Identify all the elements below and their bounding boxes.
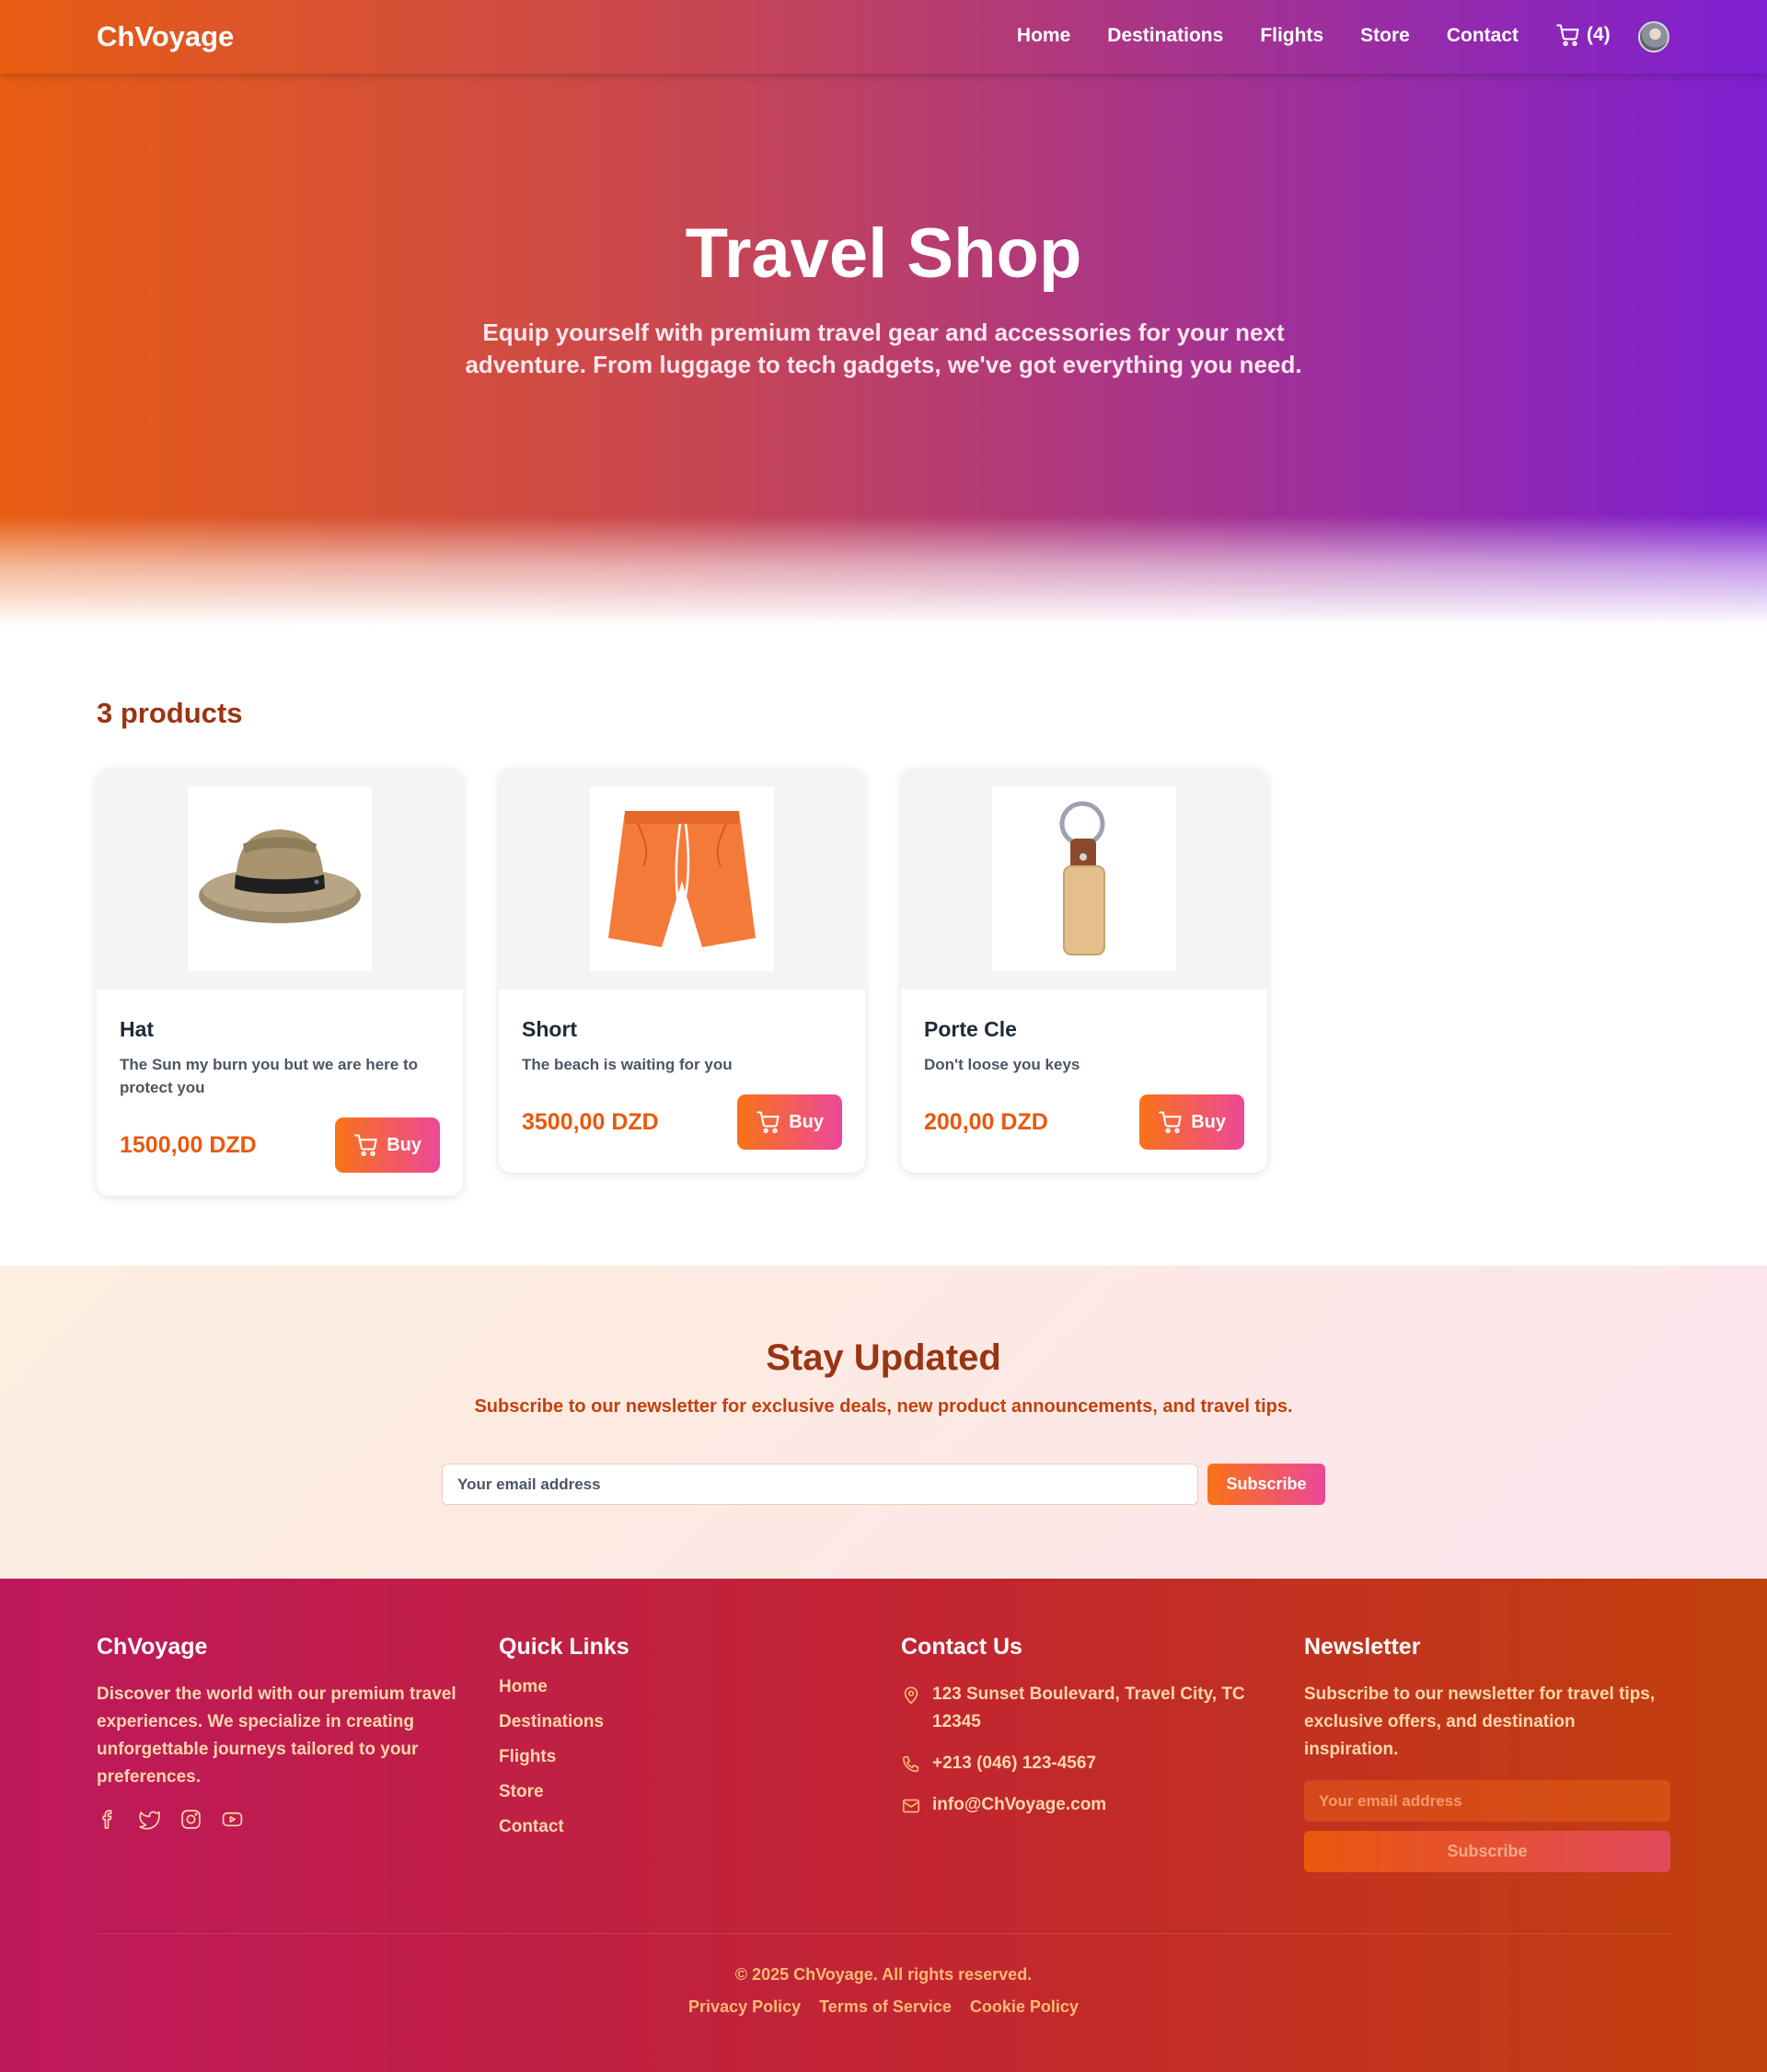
product-image-area bbox=[901, 769, 1267, 990]
brand-logo[interactable]: ChVoyage bbox=[97, 20, 234, 53]
buy-label: Buy bbox=[789, 1111, 824, 1132]
product-description: Don't loose you keys bbox=[924, 1056, 1080, 1073]
address-text: 123 Sunset Boulevard, Travel City, TC 12… bbox=[932, 1684, 1245, 1731]
buy-button[interactable]: Buy bbox=[335, 1117, 440, 1173]
footer-newsletter-column: Newsletter Subscribe to our newsletter f… bbox=[1304, 1634, 1672, 1872]
newsletter-subtitle: Subscribe to our newsletter for exclusiv… bbox=[474, 1396, 1293, 1417]
navbar: ChVoyage Home Destinations Flights Store… bbox=[0, 0, 1767, 74]
nav-link-store[interactable]: Store bbox=[1360, 25, 1410, 47]
nav-link-flights[interactable]: Flights bbox=[1260, 25, 1323, 47]
legal-links: Privacy Policy Terms of Service Cookie P… bbox=[0, 1997, 1767, 2017]
phone-icon bbox=[902, 1755, 919, 1773]
footer-email-input[interactable] bbox=[1304, 1780, 1670, 1822]
quick-links-list: Home Destinations Flights Store Contact bbox=[499, 1677, 849, 1837]
map-pin-icon bbox=[904, 1686, 918, 1705]
mail-icon bbox=[902, 1799, 920, 1813]
terms-of-service-link[interactable]: Terms of Service bbox=[819, 1997, 952, 2017]
footer-about-column: ChVoyage Discover the world with our pre… bbox=[97, 1634, 465, 1831]
footer-subscribe-button[interactable]: Subscribe bbox=[1304, 1831, 1670, 1872]
social-links bbox=[97, 1808, 465, 1831]
cart-icon bbox=[354, 1134, 377, 1157]
hero-subtitle: Equip yourself with premium travel gear … bbox=[465, 318, 1302, 378]
product-image-area bbox=[97, 769, 463, 990]
product-price: 3500,00 DZD bbox=[522, 1108, 659, 1135]
footer-link-store[interactable]: Store bbox=[499, 1782, 849, 1802]
product-image-area bbox=[499, 769, 865, 990]
products-count: 3 products bbox=[97, 697, 243, 729]
youtube-icon[interactable] bbox=[221, 1808, 244, 1831]
nav-links: Home Destinations Flights Store Contact bbox=[1017, 25, 1519, 47]
footer-quick-links-column: Quick Links Home Destinations Flights St… bbox=[499, 1634, 849, 1837]
page-title: Travel Shop bbox=[685, 214, 1082, 293]
footer-newsletter-title: Newsletter bbox=[1304, 1634, 1421, 1660]
privacy-policy-link[interactable]: Privacy Policy bbox=[688, 1997, 801, 2017]
product-price: 1500,00 DZD bbox=[120, 1131, 257, 1158]
product-price: 200,00 DZD bbox=[924, 1108, 1048, 1135]
instagram-icon[interactable] bbox=[179, 1808, 202, 1831]
buy-label: Buy bbox=[387, 1134, 422, 1155]
email-text: info@ChVoyage.com bbox=[932, 1795, 1107, 1814]
newsletter-subscribe-button[interactable]: Subscribe bbox=[1207, 1464, 1325, 1505]
footer-link-flights[interactable]: Flights bbox=[499, 1747, 849, 1767]
product-name: Hat bbox=[120, 1017, 155, 1041]
product-card-porte-cle[interactable]: Porte Cle Don't loose you keys 200,00 DZ… bbox=[901, 769, 1267, 1173]
product-description: The beach is waiting for you bbox=[522, 1056, 733, 1073]
product-card-short[interactable]: Short The beach is waiting for you 3500,… bbox=[499, 769, 865, 1173]
buy-button[interactable]: Buy bbox=[1139, 1094, 1244, 1150]
footer-about-text: Discover the world with our premium trav… bbox=[97, 1684, 456, 1787]
footer-link-home[interactable]: Home bbox=[499, 1677, 849, 1697]
hero-fade bbox=[0, 515, 1767, 626]
copyright-text: © 2025 ChVoyage. All rights reserved. bbox=[734, 1965, 1033, 1984]
product-name: Porte Cle bbox=[924, 1017, 1017, 1041]
contact-address: 123 Sunset Boulevard, Travel City, TC 12… bbox=[901, 1681, 1269, 1736]
buy-button[interactable]: Buy bbox=[737, 1094, 842, 1150]
newsletter-email-input[interactable] bbox=[442, 1464, 1198, 1505]
footer-link-contact[interactable]: Contact bbox=[499, 1817, 849, 1837]
buy-label: Buy bbox=[1191, 1111, 1226, 1132]
contact-title: Contact Us bbox=[901, 1634, 1022, 1660]
cart-count: (4) bbox=[1587, 24, 1611, 45]
nav-link-destinations[interactable]: Destinations bbox=[1107, 25, 1223, 47]
cart-icon bbox=[1556, 24, 1579, 47]
newsletter-section: Stay Updated Subscribe to our newsletter… bbox=[0, 1266, 1767, 1579]
cookie-policy-link[interactable]: Cookie Policy bbox=[970, 1997, 1079, 2017]
nav-link-contact[interactable]: Contact bbox=[1447, 25, 1519, 47]
product-card-hat[interactable]: Hat The Sun my burn you but we are here … bbox=[97, 769, 463, 1196]
shorts-image bbox=[590, 787, 774, 971]
cart-button[interactable]: (4) bbox=[1555, 22, 1611, 48]
footer-link-destinations[interactable]: Destinations bbox=[499, 1712, 849, 1732]
twitter-icon[interactable] bbox=[138, 1808, 161, 1831]
newsletter-title: Stay Updated bbox=[766, 1337, 1001, 1378]
footer-newsletter-text: Subscribe to our newsletter for travel t… bbox=[1304, 1684, 1656, 1759]
cart-icon bbox=[1159, 1111, 1182, 1134]
contact-phone[interactable]: +213 (046) 123-4567 bbox=[901, 1750, 1269, 1777]
user-avatar[interactable] bbox=[1638, 21, 1669, 52]
footer-brand: ChVoyage bbox=[97, 1634, 208, 1660]
phone-text: +213 (046) 123-4567 bbox=[932, 1754, 1097, 1773]
quick-links-title: Quick Links bbox=[499, 1634, 629, 1660]
footer: ChVoyage Discover the world with our pre… bbox=[0, 1579, 1767, 2072]
facebook-icon[interactable] bbox=[97, 1808, 120, 1831]
footer-divider bbox=[97, 1933, 1670, 1934]
product-name: Short bbox=[522, 1017, 578, 1041]
product-description: The Sun my burn you but we are here to p… bbox=[120, 1056, 418, 1096]
contact-email[interactable]: info@ChVoyage.com bbox=[901, 1791, 1269, 1819]
cart-icon bbox=[756, 1111, 780, 1134]
hat-image bbox=[188, 787, 372, 971]
nav-link-home[interactable]: Home bbox=[1017, 25, 1070, 47]
keychain-image bbox=[992, 787, 1176, 971]
footer-contact-column: Contact Us 123 Sunset Boulevard, Travel … bbox=[901, 1634, 1269, 1819]
